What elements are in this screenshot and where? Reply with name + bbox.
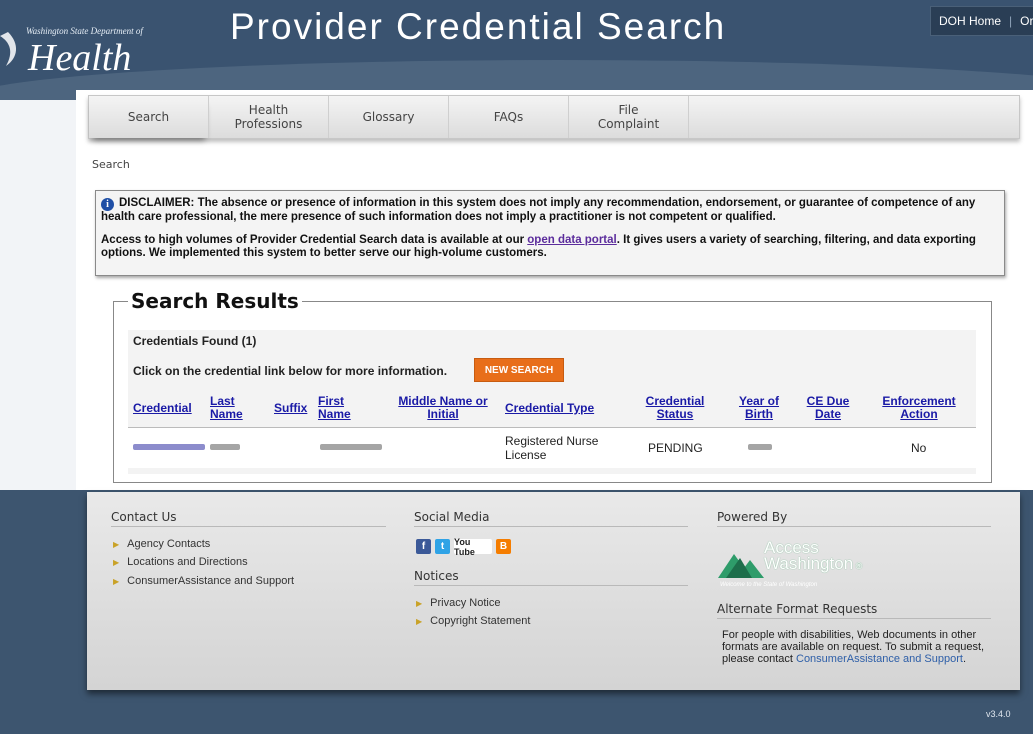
bullet-arrow-icon: ▶	[113, 540, 120, 549]
disclaimer-text: i DISCLAIMER: The absence or presence of …	[101, 197, 1004, 224]
left-gutter	[0, 100, 76, 490]
disclaimer-box: i DISCLAIMER: The absence or presence of …	[95, 190, 1005, 276]
col-middle-name[interactable]: Middle Name or Initial	[393, 395, 493, 421]
copyright-link[interactable]: ▶ Copyright Statement	[416, 615, 530, 627]
enforcement-action-value: No	[911, 441, 927, 455]
bullet-arrow-icon: ▶	[416, 599, 423, 608]
agency-contacts-label: Agency Contacts	[127, 538, 211, 550]
col-enforcement-action[interactable]: Enforcement Action	[876, 395, 962, 421]
locations-label: Locations and Directions	[127, 556, 248, 568]
access-washington-text: Access Washington ®	[764, 538, 863, 573]
disclaimer-p1: DISCLAIMER: The absence or presence of i…	[101, 197, 976, 223]
aw-line2: Washington	[764, 554, 854, 573]
disclaimer-p2-before: Access to high volumes of Provider Crede…	[101, 234, 528, 246]
first-name-value	[320, 444, 382, 450]
col-year-of-birth[interactable]: Year of Birth	[730, 395, 788, 421]
nav-faqs[interactable]: FAQs	[449, 96, 569, 138]
credential-number-link[interactable]	[133, 444, 205, 450]
powered-by-heading: Powered By	[717, 510, 991, 527]
col-credential-status[interactable]: Credential Status	[640, 395, 710, 421]
consumer-assistance-inline-link[interactable]: ConsumerAssistance and Support	[796, 653, 963, 665]
alt-text-end: .	[962, 653, 966, 665]
facebook-icon[interactable]: f	[416, 539, 431, 554]
breadcrumb: Search	[92, 158, 130, 171]
main-nav: Search Health Professions Glossary FAQs …	[88, 95, 1020, 139]
click-instructions: Click on the credential link below for m…	[133, 364, 448, 378]
credential-status-value: PENDING	[648, 441, 703, 455]
social-icons: f t You Tube B	[416, 536, 511, 557]
nav-health-professions-label: Health Professions	[234, 103, 303, 131]
privacy-notice-link[interactable]: ▶ Privacy Notice	[416, 597, 500, 609]
blogger-icon[interactable]: B	[496, 539, 511, 554]
open-data-text: Access to high volumes of Provider Crede…	[101, 234, 1004, 260]
doh-home-link[interactable]: DOH Home	[939, 14, 1001, 28]
col-suffix[interactable]: Suffix	[274, 402, 307, 415]
version-label: v3.4.0	[986, 709, 1011, 719]
contact-us-heading: Contact Us	[111, 510, 386, 527]
mountain-icon	[718, 554, 764, 578]
nav-search[interactable]: Search	[89, 96, 209, 138]
bullet-arrow-icon: ▶	[416, 617, 423, 626]
col-last-name[interactable]: Last Name	[210, 395, 243, 421]
site-header: Washington State Department of Health Pr…	[0, 0, 1033, 100]
social-media-heading: Social Media	[414, 510, 688, 527]
doh-logo[interactable]: Washington State Department of Health	[0, 16, 150, 86]
new-search-button[interactable]: NEW SEARCH	[474, 358, 564, 382]
open-data-portal-link[interactable]: open data portal	[527, 234, 616, 246]
nav-file-complaint-label: File Complaint	[597, 103, 660, 131]
logo-health-text: Health	[28, 37, 132, 79]
alternate-format-heading: Alternate Format Requests	[717, 602, 991, 619]
agency-contacts-link[interactable]: ▶ Agency Contacts	[113, 538, 210, 550]
access-washington-logo[interactable]: Access Washington ® Welcome to the State …	[718, 538, 878, 592]
link-separator: |	[1009, 14, 1013, 28]
col-first-name[interactable]: First Name	[318, 395, 351, 421]
nav-file-complaint[interactable]: File Complaint	[569, 96, 689, 138]
info-icon: i	[101, 198, 114, 211]
last-name-value	[210, 444, 240, 450]
logo-department-text: Washington State Department of	[26, 26, 143, 36]
other-link[interactable]: Or	[1020, 14, 1033, 28]
col-credential[interactable]: Credential	[133, 402, 192, 415]
col-ce-due-date[interactable]: CE Due Date	[802, 395, 854, 421]
notices-heading: Notices	[414, 569, 688, 586]
aw-tagline: Welcome to the State of Washington	[720, 582, 818, 588]
top-links: DOH Home | Or	[930, 6, 1033, 36]
site-title: Provider Credential Search	[230, 6, 727, 47]
alternate-format-text: For people with disabilities, Web docume…	[722, 629, 1000, 665]
youtube-label: You Tube	[454, 536, 475, 557]
credential-type-value: Registered Nurse License	[505, 434, 599, 462]
nav-glossary[interactable]: Glossary	[329, 96, 449, 138]
search-results-title: Search Results	[128, 289, 302, 313]
col-credential-type[interactable]: Credential Type	[505, 402, 594, 415]
bullet-arrow-icon: ▶	[113, 577, 120, 586]
bullet-arrow-icon: ▶	[113, 558, 120, 567]
locations-link[interactable]: ▶ Locations and Directions	[113, 556, 248, 568]
year-of-birth-value	[748, 444, 772, 450]
youtube-icon[interactable]: You Tube	[454, 536, 492, 557]
credentials-found-count: Credentials Found (1)	[133, 334, 257, 348]
consumer-assistance-link[interactable]: ▶ ConsumerAssistance and Support	[113, 575, 294, 587]
nav-health-professions[interactable]: Health Professions	[209, 96, 329, 138]
copyright-label: Copyright Statement	[430, 615, 531, 627]
consumer-assistance-label: ConsumerAssistance and Support	[127, 575, 295, 587]
twitter-icon[interactable]: t	[435, 539, 450, 554]
doh-mark-icon	[0, 32, 17, 66]
privacy-notice-label: Privacy Notice	[430, 597, 501, 609]
